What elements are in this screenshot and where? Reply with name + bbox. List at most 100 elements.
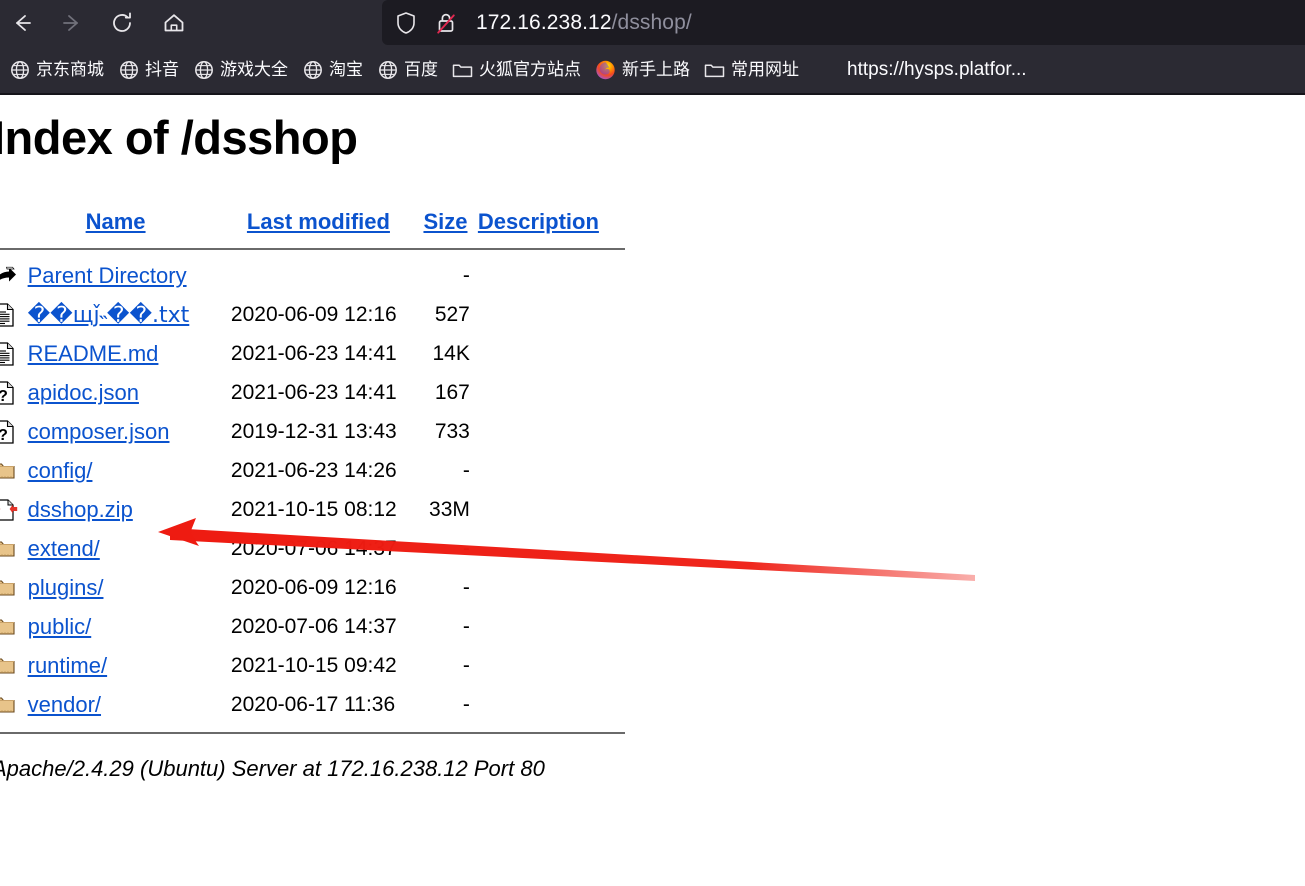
bookmark-item-douyin[interactable]: 抖音 [111, 53, 186, 87]
sort-by-size-link[interactable]: Size [423, 209, 467, 234]
row-date-cell: 2020-06-09 12:16 [230, 575, 397, 599]
folder-icon [704, 59, 725, 80]
row-date-cell: 2021-06-23 14:41 [230, 341, 397, 365]
url-text: 172.16.238.12/dsshop/ [476, 11, 692, 35]
sort-by-description-link[interactable]: Description [478, 209, 599, 234]
file-link-config[interactable]: config/ [28, 458, 93, 483]
bookmark-label: 游戏大全 [220, 60, 288, 79]
home-icon [164, 14, 184, 32]
globe-icon [377, 59, 398, 80]
folder-icon [0, 463, 15, 479]
firefox-icon [595, 59, 616, 80]
bookmark-label: https://hysps.platfor... [847, 59, 1027, 80]
globe-icon [302, 59, 323, 80]
file-link-dsshop-zip[interactable]: dsshop.zip [28, 497, 133, 522]
back-arrow-icon [0, 266, 16, 282]
file-link-apidoc-json[interactable]: apidoc.json [28, 380, 139, 405]
folder-icon [0, 580, 15, 596]
row-name-cell: vendor/ [28, 685, 231, 724]
row-icon-cell: ? [0, 373, 28, 412]
bookmark-item-taobao[interactable]: 淘宝 [295, 53, 370, 87]
row-desc-cell [470, 529, 625, 568]
file-link-runtime[interactable]: runtime/ [28, 653, 107, 678]
column-header-size: Size [417, 200, 469, 244]
bookmark-folder-firefox-official[interactable]: 火狐官方站点 [445, 53, 588, 87]
table-row[interactable]: README.md 2021-06-23 14:41 14K [0, 334, 625, 373]
svg-text:?: ? [0, 388, 8, 405]
file-link-public[interactable]: public/ [28, 614, 92, 639]
row-desc-cell [470, 412, 625, 451]
url-path: /dsshop/ [611, 10, 692, 34]
row-name-cell: extend/ [28, 529, 231, 568]
row-name-cell: plugins/ [28, 568, 231, 607]
text-file-icon [0, 303, 14, 327]
table-row[interactable]: ? apidoc.json 2021-06-23 14:41 167 [0, 373, 625, 412]
home-button[interactable] [156, 5, 192, 41]
table-row[interactable]: dsshop.zip 2021-10-15 08:12 33M [0, 490, 625, 529]
folder-icon [0, 541, 15, 557]
table-row[interactable]: public/ 2020-07-06 14:37 - [0, 607, 625, 646]
row-name-cell: Parent Directory [28, 256, 231, 295]
row-icon-cell [0, 334, 28, 373]
bookmark-label: 新手上路 [622, 60, 690, 79]
row-size-cell: - [462, 653, 470, 677]
globe-icon [193, 59, 214, 80]
bookmark-item-baidu[interactable]: 百度 [370, 53, 445, 87]
url-host: 172.16.238.12 [476, 10, 612, 34]
bookmark-item-newbie[interactable]: 新手上路 [588, 53, 697, 87]
row-size-cell: 527 [434, 302, 470, 326]
header-rule-row [0, 244, 625, 256]
bookmark-folder-common-sites[interactable]: 常用网址 [697, 53, 806, 87]
back-button[interactable] [4, 5, 40, 41]
bookmark-item-games[interactable]: 游戏大全 [186, 53, 295, 87]
column-header-name: Name [28, 200, 231, 244]
table-row[interactable]: plugins/ 2020-06-09 12:16 - [0, 568, 625, 607]
row-desc-cell [470, 373, 625, 412]
lock-slashed-icon[interactable] [434, 10, 458, 36]
row-size-cell: 33M [429, 497, 470, 521]
sort-by-name-link[interactable]: Name [86, 209, 146, 234]
row-name-cell: dsshop.zip [28, 490, 231, 529]
row-desc-cell [470, 568, 625, 607]
globe-icon [118, 59, 139, 80]
folder-icon [0, 619, 15, 635]
svg-text:?: ? [0, 427, 8, 444]
folder-icon [0, 658, 15, 674]
row-date-cell: 2020-06-17 11:36 [230, 692, 396, 716]
row-icon-cell [0, 646, 28, 685]
file-link-readme-md[interactable]: README.md [28, 341, 159, 366]
table-row[interactable]: config/ 2021-06-23 14:26 - [0, 451, 625, 490]
bookmark-item-hysps[interactable]: https://hysps.platfor... [840, 53, 1034, 87]
bookmark-item-jingdong[interactable]: 京东商城 [2, 53, 111, 87]
row-date-cell: 2020-07-06 14:37 [230, 614, 397, 638]
table-row[interactable]: Parent Directory - [0, 256, 625, 295]
bookmark-label: 火狐官方站点 [479, 60, 581, 79]
row-name-cell: apidoc.json [28, 373, 231, 412]
url-bar[interactable]: 172.16.238.12/dsshop/ [382, 0, 1305, 45]
table-row[interactable]: runtime/ 2021-10-15 09:42 - [0, 646, 625, 685]
sort-by-date-link[interactable]: Last modified [247, 209, 390, 234]
column-header-description: Description [470, 200, 625, 244]
file-link-mojibake-txt[interactable]: ��щǰ˵��.txt [28, 303, 190, 328]
file-link-parent-directory[interactable]: Parent Directory [28, 263, 187, 288]
table-row[interactable]: vendor/ 2020-06-17 11:36 - [0, 685, 625, 724]
table-row[interactable]: extend/ 2020-07-06 14:37 - [0, 529, 625, 568]
forward-button[interactable] [54, 5, 90, 41]
file-link-extend[interactable]: extend/ [28, 536, 100, 561]
row-date-cell: 2021-06-23 14:26 [230, 458, 397, 482]
column-header-last-modified: Last modified [231, 200, 418, 244]
bookmark-label: 常用网址 [731, 60, 799, 79]
forward-arrow-icon [63, 15, 78, 31]
reload-button[interactable] [104, 5, 140, 41]
row-desc-cell [470, 451, 625, 490]
table-row[interactable]: ? composer.json 2019-12-31 13:43 733 [0, 412, 625, 451]
horizontal-rule-top [0, 248, 625, 251]
table-row[interactable]: ��щǰ˵��.txt 2020-06-09 12:16 527 [0, 295, 625, 334]
file-link-plugins[interactable]: plugins/ [28, 575, 104, 600]
shield-icon[interactable] [394, 10, 418, 36]
row-name-cell: composer.json [28, 412, 231, 451]
row-size-cell: - [462, 692, 470, 716]
unknown-file-icon: ? [0, 381, 14, 405]
file-link-composer-json[interactable]: composer.json [28, 419, 170, 444]
file-link-vendor[interactable]: vendor/ [28, 692, 101, 717]
